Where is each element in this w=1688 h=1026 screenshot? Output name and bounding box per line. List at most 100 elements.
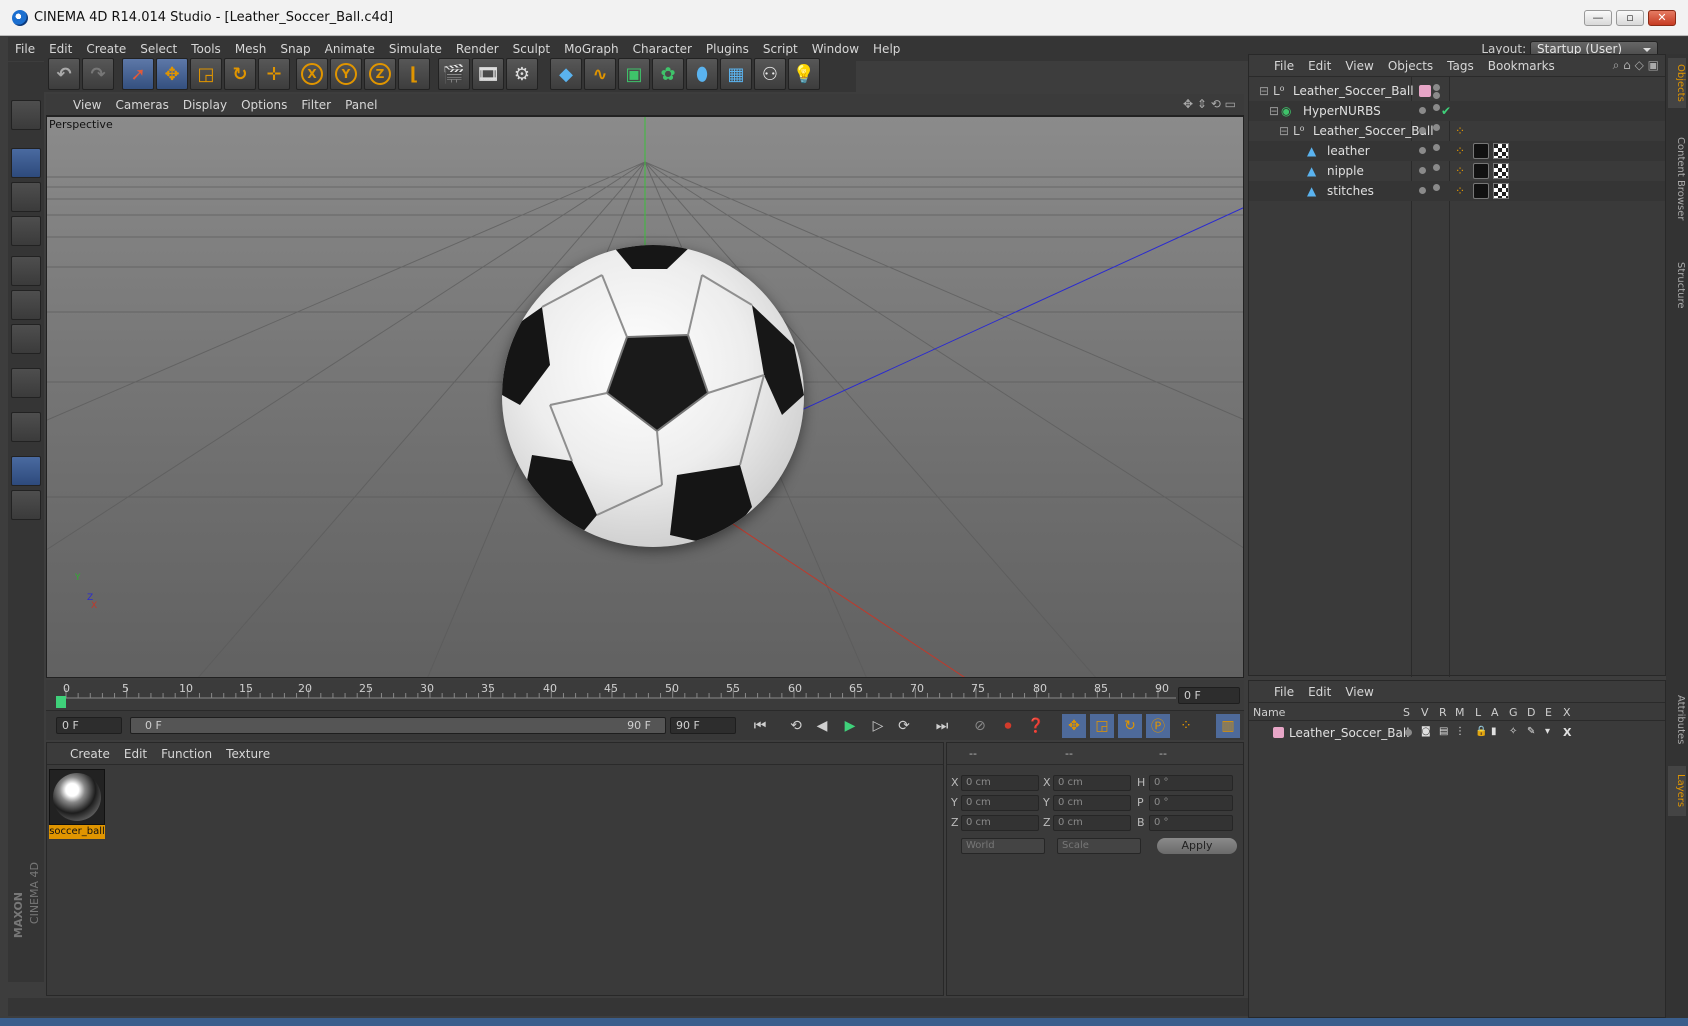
object-row-hypernurbs[interactable]: ⊟ ◉ HyperNURBS ✔: [1249, 101, 1665, 121]
last-tool-icon[interactable]: ✛: [258, 58, 290, 90]
make-editable-button[interactable]: [11, 148, 41, 178]
keyframe-selection-icon[interactable]: ❓: [1024, 714, 1048, 738]
layer-row[interactable]: Leather_Soccer_Ball ◙ ▤ ⋮ 🔒 ▮ ✧ ✎ ▾ X: [1249, 723, 1665, 743]
record-keys-icon[interactable]: ⊘: [968, 714, 992, 738]
viewport-menu-display[interactable]: Display: [176, 94, 234, 116]
phong-tag-icon[interactable]: ⁘: [1455, 144, 1465, 158]
editor-visibility-dot[interactable]: [1419, 127, 1426, 134]
editor-visibility-dot[interactable]: [1433, 84, 1440, 91]
size-y-field[interactable]: 0 cm: [1053, 795, 1131, 811]
objects-menu-file[interactable]: File: [1267, 55, 1301, 77]
array-icon[interactable]: ✿: [652, 58, 684, 90]
model-mode-button[interactable]: [11, 100, 41, 130]
phong-tag-icon[interactable]: ⁘: [1455, 164, 1465, 178]
layers-menu-edit[interactable]: Edit: [1301, 681, 1338, 703]
material-tag-icon[interactable]: [1473, 143, 1489, 159]
axis-mode-button[interactable]: [11, 368, 41, 398]
enabled-check-icon[interactable]: ✔: [1441, 104, 1451, 118]
layer-animation-icon[interactable]: ▮: [1491, 726, 1497, 737]
nurbs-icon[interactable]: ▣: [618, 58, 650, 90]
scale-tool-icon[interactable]: ◲: [190, 58, 222, 90]
auto-keying-icon[interactable]: ⏺: [996, 714, 1020, 738]
render-visibility-dot[interactable]: [1433, 144, 1440, 151]
phong-tag-icon[interactable]: ⁘: [1455, 124, 1465, 138]
preview-range-slider[interactable]: 0 F 90 F: [130, 717, 666, 734]
deformer-icon[interactable]: ⬮: [686, 58, 718, 90]
floor-icon[interactable]: ▦: [720, 58, 752, 90]
rotate-tool-icon[interactable]: ↻: [224, 58, 256, 90]
camera-icon[interactable]: ⚇: [754, 58, 786, 90]
layer-lock-icon[interactable]: 🔒: [1475, 726, 1487, 737]
size-mode-dropdown[interactable]: Scale: [1057, 838, 1141, 854]
workplane-button[interactable]: [11, 216, 41, 246]
render-visibility-dot[interactable]: [1433, 92, 1440, 99]
goto-start-icon[interactable]: ⏮: [748, 714, 772, 738]
position-z-field[interactable]: 0 cm: [961, 815, 1039, 831]
points-mode-button[interactable]: [11, 256, 41, 286]
size-x-field[interactable]: 0 cm: [1053, 775, 1131, 791]
viewport-menu-filter[interactable]: Filter: [294, 94, 338, 116]
close-button[interactable]: ✕: [1648, 10, 1676, 26]
render-visibility-dot[interactable]: [1433, 184, 1440, 191]
coordinate-space-dropdown[interactable]: World: [961, 838, 1045, 854]
object-row-nipple[interactable]: ▲ nipple ⁘: [1249, 161, 1665, 181]
layer-solo-toggle[interactable]: [1405, 729, 1412, 736]
previous-frame-icon[interactable]: ◀: [810, 714, 834, 738]
uvw-tag-icon[interactable]: [1493, 163, 1509, 179]
size-z-field[interactable]: 0 cm: [1053, 815, 1131, 831]
viewport-menu-panel[interactable]: Panel: [338, 94, 384, 116]
layer-expressions-icon[interactable]: ▾: [1545, 726, 1550, 737]
layers-menu-file[interactable]: File: [1267, 681, 1301, 703]
material-tag-icon[interactable]: [1473, 163, 1489, 179]
expand-icon[interactable]: ⊟: [1279, 124, 1289, 138]
objects-menu-view[interactable]: View: [1338, 55, 1380, 77]
polygons-mode-button[interactable]: [11, 324, 41, 354]
editor-visibility-dot[interactable]: [1419, 167, 1426, 174]
object-row-root[interactable]: ⊟ L⁰ Leather_Soccer_Ball: [1249, 81, 1665, 101]
layer-color-swatch[interactable]: [1419, 85, 1431, 97]
layer-deformers-icon[interactable]: ✎: [1527, 726, 1535, 737]
material-tag-icon[interactable]: [1473, 183, 1489, 199]
material-menu-function[interactable]: Function: [154, 743, 219, 765]
objects-menu-objects[interactable]: Objects: [1381, 55, 1440, 77]
tab-attributes[interactable]: Attributes: [1668, 680, 1686, 760]
key-pla-icon[interactable]: ⁘: [1174, 714, 1198, 738]
end-frame-field[interactable]: 90 F: [670, 717, 736, 734]
x-axis-lock-button[interactable]: X: [296, 58, 328, 90]
magnet-tool-button[interactable]: [11, 412, 41, 442]
render-view-icon[interactable]: 🎬: [438, 58, 470, 90]
key-parameter-icon[interactable]: Ⓟ: [1146, 714, 1170, 738]
edges-mode-button[interactable]: [11, 290, 41, 320]
key-rotation-icon[interactable]: ↻: [1118, 714, 1142, 738]
apply-button[interactable]: Apply: [1157, 838, 1237, 854]
layer-color-swatch[interactable]: [1273, 727, 1284, 738]
maximize-button[interactable]: ▫: [1616, 10, 1644, 26]
objects-menu-tags[interactable]: Tags: [1440, 55, 1481, 77]
next-key-icon[interactable]: ⟳: [892, 714, 916, 738]
render-picture-viewer-icon[interactable]: 🎞: [472, 58, 504, 90]
snap-grid-button[interactable]: [11, 490, 41, 520]
material-menu-create[interactable]: Create: [63, 743, 117, 765]
tab-layers[interactable]: Layers: [1668, 766, 1686, 816]
object-row-stitches[interactable]: ▲ stitches ⁘: [1249, 181, 1665, 201]
objects-menu-edit[interactable]: Edit: [1301, 55, 1338, 77]
next-frame-icon[interactable]: ▷: [866, 714, 890, 738]
material-menu-texture[interactable]: Texture: [219, 743, 277, 765]
layer-generators-icon[interactable]: ✧: [1509, 726, 1517, 737]
current-frame-field[interactable]: 0 F: [1178, 687, 1240, 704]
menu-help[interactable]: Help: [866, 37, 907, 61]
render-visibility-dot[interactable]: [1433, 124, 1440, 131]
z-axis-lock-button[interactable]: Z: [364, 58, 396, 90]
layer-render-icon[interactable]: ▤: [1439, 726, 1448, 737]
lock-workplane-button[interactable]: [11, 456, 41, 486]
layer-xref-icon[interactable]: X: [1563, 726, 1571, 739]
layer-view-icon[interactable]: ◙: [1421, 726, 1431, 737]
perspective-viewport[interactable]: Perspective Y Z X: [46, 116, 1244, 678]
viewport-menu-view[interactable]: View: [66, 94, 108, 116]
layer-manager-icon[interactable]: ⋮: [1455, 726, 1465, 737]
light-icon[interactable]: 💡: [788, 58, 820, 90]
viewport-menu-options[interactable]: Options: [234, 94, 294, 116]
move-tool-icon[interactable]: ✥: [156, 58, 188, 90]
key-position-icon[interactable]: ✥: [1062, 714, 1086, 738]
coordinate-system-icon[interactable]: ⌊: [398, 58, 430, 90]
